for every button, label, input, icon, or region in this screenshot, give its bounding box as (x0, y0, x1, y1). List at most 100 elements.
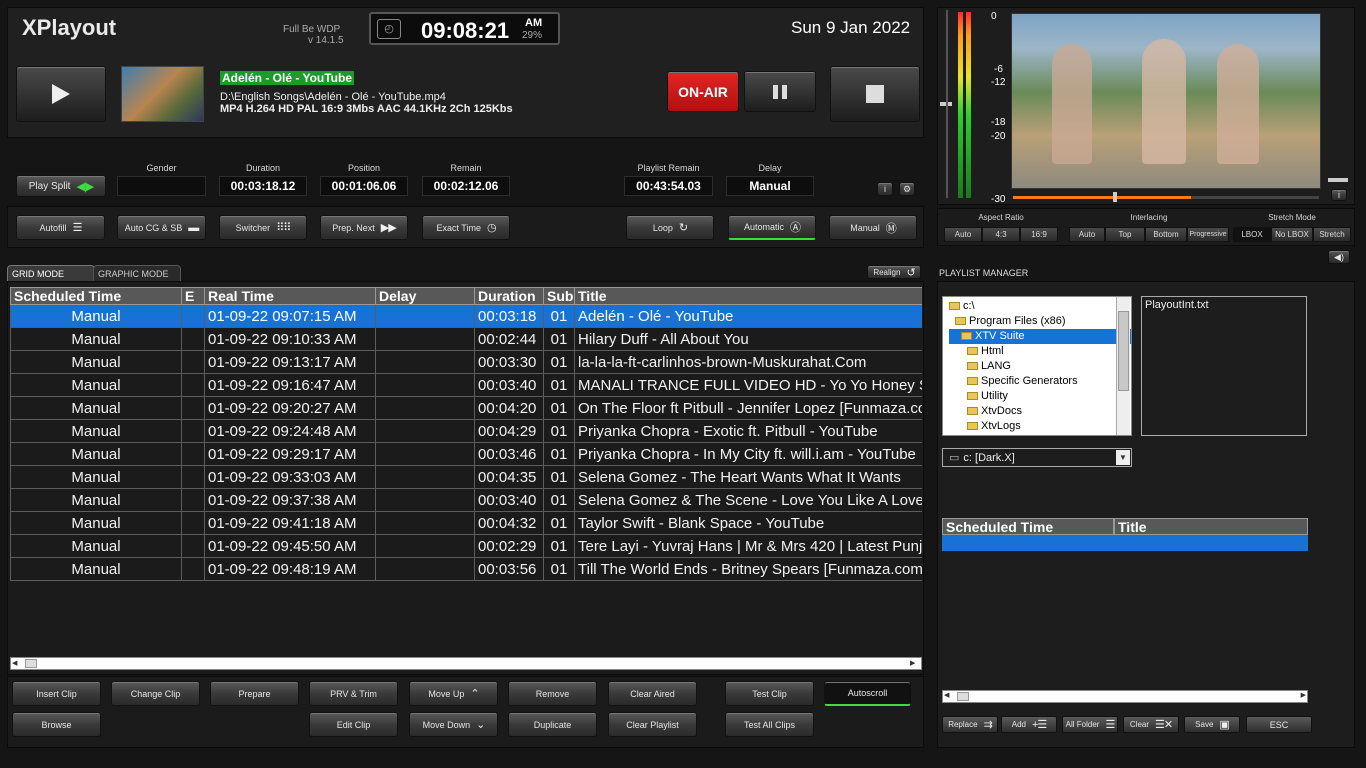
add-button[interactable]: Add +☰ (1001, 716, 1057, 733)
clock-icon[interactable]: ◴ (377, 19, 401, 39)
pm-scroll-right-icon[interactable]: ▶ (1301, 691, 1306, 699)
change-clip-button[interactable]: Change Clip (111, 681, 200, 706)
folder-item[interactable]: XtvDocs (949, 404, 1131, 419)
table-row[interactable]: Manual 01-09-22 09:20:27 AM 00:04:20 01 On T… (10, 396, 922, 420)
grid-col-title[interactable]: Title (574, 287, 922, 305)
folder-tree-scroll-thumb[interactable] (1118, 311, 1129, 391)
clear-aired-button[interactable]: Clear Aired (608, 681, 697, 706)
folder-item[interactable]: Specific Generators (949, 374, 1131, 389)
switcher-button[interactable]: Switcher ⠿⠿ (219, 215, 307, 240)
clear-button[interactable]: Clear ☰✕ (1123, 716, 1179, 733)
speaker-icon[interactable]: ◀) (1328, 250, 1350, 264)
replace-button[interactable]: Replace ⇉ (942, 716, 998, 733)
grid-col-delay[interactable]: Delay (375, 287, 475, 305)
table-row[interactable]: Manual 01-09-22 09:37:38 AM 00:03:40 01 Sele… (10, 488, 922, 512)
test-clip-button[interactable]: Test Clip (725, 681, 814, 706)
scroll-right-icon[interactable]: ▶ (910, 659, 920, 668)
realign-button[interactable]: Realign ↺ (867, 265, 921, 279)
interlacing-progressive-option[interactable]: Progressive (1187, 227, 1229, 242)
table-row[interactable]: Manual 01-09-22 09:41:18 AM 00:04:32 01 Tayl… (10, 511, 922, 535)
aspect-4-3-option[interactable]: 4:3 (982, 227, 1020, 242)
esc-button[interactable]: ESC (1246, 716, 1312, 733)
pm-selected-row[interactable] (942, 535, 1308, 551)
play-split-button[interactable]: Play Split ◀|▶ (16, 175, 106, 197)
pm-col-title[interactable]: Title (1114, 518, 1308, 535)
move-down-button[interactable]: Move Down ⌄ (409, 712, 498, 737)
table-row[interactable]: Manual 01-09-22 09:29:17 AM 00:03:46 01 Priy… (10, 442, 922, 466)
folder-item[interactable]: XTV Suite (949, 329, 1131, 344)
folder-item[interactable]: Program Files (x86) (949, 314, 1131, 329)
table-row[interactable]: Manual 01-09-22 09:10:33 AM 00:02:44 01 Hila… (10, 327, 922, 351)
tab-grid-mode[interactable]: GRID MODE (7, 265, 95, 281)
pm-scroll-thumb[interactable] (957, 692, 969, 701)
grid-horizontal-scrollbar[interactable]: ◀ ▶ (10, 657, 922, 670)
automatic-button[interactable]: Automatic Ⓐ (728, 215, 816, 240)
interlacing-auto-option[interactable]: Auto (1069, 227, 1105, 242)
folder-item[interactable]: Utility (949, 389, 1131, 404)
exact-time-button[interactable]: Exact Time ◷ (422, 215, 510, 240)
grid-col-real-time[interactable]: Real Time (204, 287, 376, 305)
table-row[interactable]: Manual 01-09-22 09:33:03 AM 00:04:35 01 Sele… (10, 465, 922, 489)
preview-volume-handle[interactable] (1328, 178, 1348, 182)
insert-clip-button[interactable]: Insert Clip (12, 681, 101, 706)
interlacing-bottom-option[interactable]: Bottom (1145, 227, 1187, 242)
autofill-button[interactable]: Autofill ☰ (16, 215, 105, 240)
folder-item[interactable]: Html (949, 344, 1131, 359)
table-row[interactable]: Manual 01-09-22 09:24:48 AM 00:04:29 01 Priy… (10, 419, 922, 443)
stretch-lbox-option[interactable]: LBOX (1233, 227, 1271, 242)
pm-horizontal-scrollbar[interactable]: ◀ ▶ (942, 690, 1308, 703)
preview-seek-handle[interactable] (1113, 192, 1117, 202)
info-icon[interactable]: i (877, 182, 893, 196)
preview-info-icon[interactable]: i (1331, 189, 1347, 201)
prepare-button[interactable]: Prepare (210, 681, 299, 706)
table-row[interactable]: Manual 01-09-22 09:45:50 AM 00:02:29 01 Tere… (10, 534, 922, 558)
manual-button[interactable]: Manual Ⓜ (829, 215, 917, 240)
scroll-left-icon[interactable]: ◀ (12, 659, 22, 668)
scroll-thumb[interactable] (25, 659, 37, 668)
grid-col-duration[interactable]: Duration (474, 287, 544, 305)
play-button[interactable] (16, 66, 106, 122)
remove-button[interactable]: Remove (508, 681, 597, 706)
dropdown-arrow-icon[interactable]: ▼ (1116, 450, 1130, 465)
stretch-stretch-option[interactable]: Stretch (1313, 227, 1351, 242)
grid-col-e[interactable]: E (181, 287, 205, 305)
settings-icon[interactable]: ⚙ (899, 182, 915, 196)
aspect-16-9-option[interactable]: 16:9 (1020, 227, 1058, 242)
edit-clip-button[interactable]: Edit Clip (309, 712, 398, 737)
move-up-button[interactable]: Move Up ⌃ (409, 681, 498, 706)
folder-item[interactable]: LANG (949, 359, 1131, 374)
grid-col-scheduled-time[interactable]: Scheduled Time (10, 287, 182, 305)
duplicate-button[interactable]: Duplicate (508, 712, 597, 737)
table-row[interactable]: Manual 01-09-22 09:07:15 AM 00:03:18 01 Adel… (10, 304, 922, 328)
table-row[interactable]: Manual 01-09-22 09:48:19 AM 00:03:56 01 Till… (10, 557, 922, 581)
pm-scroll-left-icon[interactable]: ◀ (944, 691, 949, 699)
volume-slider-track[interactable] (946, 10, 948, 198)
on-air-button[interactable]: ON-AIR (667, 71, 739, 112)
folder-tree[interactable]: c:\ Program Files (x86) XTV Suite Html LANG S… (942, 296, 1132, 436)
save-button[interactable]: Save ▣ (1184, 716, 1240, 733)
file-item[interactable]: PlayoutInt.txt (1142, 297, 1306, 313)
folder-item[interactable]: XtvLogs (949, 419, 1131, 434)
grid-col-sub[interactable]: Sub (543, 287, 575, 305)
browse-button[interactable]: Browse (12, 712, 101, 737)
autoscroll-button[interactable]: Autoscroll (824, 681, 911, 706)
table-row[interactable]: Manual 01-09-22 09:13:17 AM 00:03:30 01 la-l… (10, 350, 922, 374)
file-list[interactable]: PlayoutInt.txt (1141, 296, 1307, 436)
drive-select[interactable]: ▭ c: [Dark.X] ▼ (942, 448, 1132, 467)
pause-button[interactable] (744, 71, 816, 112)
pm-col-scheduled-time[interactable]: Scheduled Time (942, 518, 1114, 535)
table-row[interactable]: Manual 01-09-22 09:16:47 AM 00:03:40 01 MANA… (10, 373, 922, 397)
tab-graphic-mode[interactable]: GRAPHIC MODE (93, 265, 181, 281)
interlacing-top-option[interactable]: Top (1105, 227, 1145, 242)
prep-next-button[interactable]: Prep. Next ▶▶ (320, 215, 408, 240)
stop-button[interactable] (830, 66, 920, 122)
aspect-auto-option[interactable]: Auto (944, 227, 982, 242)
prv-trim-button[interactable]: PRV & Trim (309, 681, 398, 706)
folder-item[interactable]: c:\ (949, 299, 1131, 314)
folder-tree-scrollbar[interactable] (1116, 297, 1130, 435)
loop-button[interactable]: Loop ↻ (626, 215, 714, 240)
auto-cg-button[interactable]: Auto CG & SB ▬ (117, 215, 206, 240)
test-all-clips-button[interactable]: Test All Clips (725, 712, 814, 737)
all-folder-button[interactable]: All Folder ☰ (1062, 716, 1118, 733)
clear-playlist-button[interactable]: Clear Playlist (608, 712, 697, 737)
